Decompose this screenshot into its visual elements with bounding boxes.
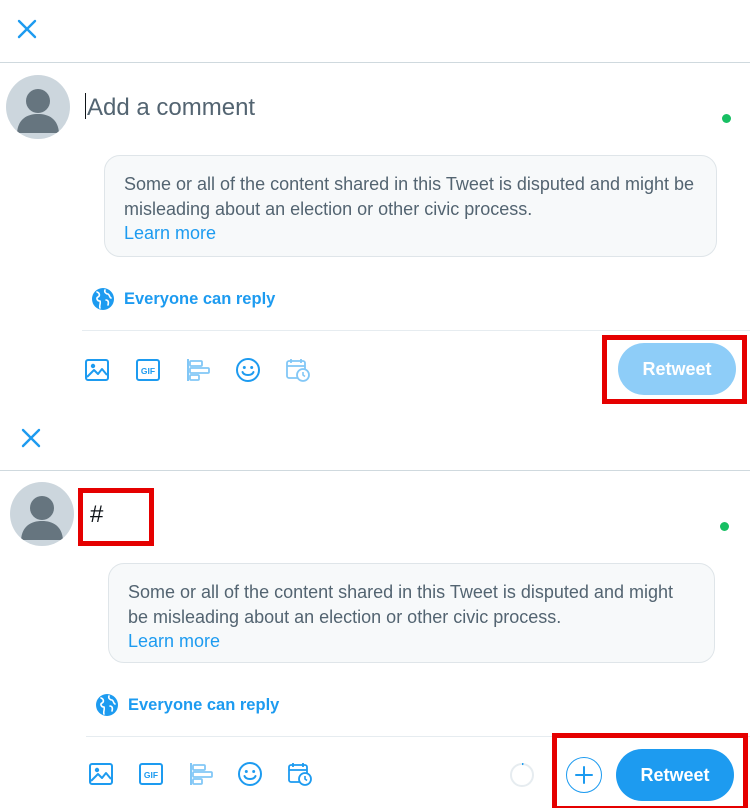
- comment-input[interactable]: #: [90, 501, 103, 529]
- reply-setting-label: Everyone can reply: [128, 695, 280, 714]
- emoji-icon: [238, 762, 262, 786]
- retweet-button[interactable]: Retweet: [616, 749, 734, 801]
- add-gif-button[interactable]: GIF: [133, 355, 163, 385]
- plus-icon: [575, 766, 593, 784]
- status-dot: [722, 114, 731, 123]
- learn-more-link[interactable]: Learn more: [124, 221, 698, 246]
- add-gif-button[interactable]: GIF: [136, 759, 166, 789]
- toolbar-divider: [82, 330, 750, 331]
- globe-icon: [96, 694, 118, 716]
- default-avatar-icon: [21, 496, 63, 540]
- disputed-notice: Some or all of the content shared in thi…: [104, 155, 717, 257]
- toolbar-divider: [86, 736, 750, 737]
- close-button[interactable]: [16, 423, 46, 453]
- add-image-button[interactable]: [86, 759, 116, 789]
- comment-input[interactable]: Add a comment: [85, 93, 255, 122]
- schedule-button[interactable]: [285, 759, 315, 789]
- poll-icon: [190, 763, 213, 785]
- learn-more-link[interactable]: Learn more: [128, 629, 696, 654]
- image-icon: [85, 359, 109, 381]
- schedule-icon: [286, 359, 310, 382]
- retweet-dialog-empty: Add a comment Some or all of the content…: [0, 0, 750, 404]
- text-caret: [85, 93, 86, 119]
- status-dot: [720, 522, 729, 531]
- retweet-button[interactable]: Retweet: [618, 343, 736, 395]
- header-divider: [0, 62, 750, 63]
- add-image-button[interactable]: [82, 355, 112, 385]
- schedule-button[interactable]: [283, 355, 313, 385]
- add-poll-button[interactable]: [183, 355, 213, 385]
- close-button[interactable]: [12, 14, 42, 44]
- globe-icon: [92, 288, 114, 310]
- header-divider: [0, 470, 750, 471]
- default-avatar-icon: [17, 89, 59, 133]
- notice-text: Some or all of the content shared in thi…: [124, 174, 695, 219]
- close-icon: [21, 428, 41, 448]
- disputed-notice: Some or all of the content shared in thi…: [108, 563, 715, 663]
- poll-icon: [187, 359, 210, 381]
- retweet-dialog-typing: # Some or all of the content shared in t…: [0, 408, 750, 808]
- add-poll-button[interactable]: [186, 759, 216, 789]
- image-icon: [89, 763, 113, 785]
- gif-icon: GIF: [139, 763, 163, 785]
- svg-text:GIF: GIF: [144, 770, 158, 780]
- close-icon: [17, 19, 37, 39]
- emoji-icon: [236, 358, 260, 382]
- avatar: [6, 75, 70, 139]
- schedule-icon: [288, 763, 312, 786]
- svg-text:GIF: GIF: [141, 366, 155, 376]
- avatar: [10, 482, 74, 546]
- gif-icon: GIF: [136, 359, 160, 381]
- reply-setting-button[interactable]: Everyone can reply: [91, 287, 275, 311]
- add-thread-button[interactable]: [566, 757, 602, 793]
- notice-text: Some or all of the content shared in thi…: [128, 582, 673, 627]
- comment-placeholder: Add a comment: [87, 94, 256, 121]
- reply-setting-label: Everyone can reply: [124, 289, 276, 308]
- character-progress-ring: [510, 763, 534, 787]
- reply-setting-button[interactable]: Everyone can reply: [95, 693, 279, 717]
- add-emoji-button[interactable]: [235, 759, 265, 789]
- add-emoji-button[interactable]: [233, 355, 263, 385]
